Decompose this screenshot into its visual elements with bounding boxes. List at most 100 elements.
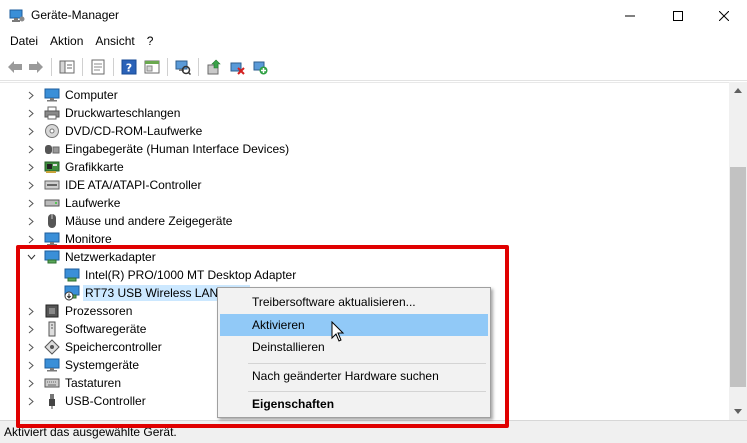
menu-bar: Datei Aktion Ansicht ? [0, 31, 747, 51]
minimize-button[interactable] [607, 0, 653, 31]
computer-icon [44, 87, 60, 103]
tree-item-dvd[interactable]: DVD/CD-ROM-Laufwerke [24, 122, 202, 140]
tree-item-label: Computer [65, 88, 118, 102]
expand-arrow-icon[interactable] [24, 176, 38, 194]
expand-arrow-icon[interactable] [24, 86, 38, 104]
tree-item-label: Tastaturen [65, 376, 122, 390]
back-arrow-icon[interactable] [6, 58, 24, 76]
tree-item-label: Druckwarteschlangen [65, 106, 181, 120]
tree-item-speichercontroller[interactable]: Speichercontroller [24, 338, 162, 356]
tree-item-label: Eingabegeräte (Human Interface Devices) [65, 142, 290, 156]
device-manager-icon [9, 9, 25, 23]
expand-arrow-icon[interactable] [24, 374, 38, 392]
expand-arrow-icon[interactable] [24, 212, 38, 230]
enable-device-icon[interactable] [251, 58, 269, 76]
svg-text:?: ? [126, 62, 132, 75]
tree-item-label: Monitore [65, 232, 112, 246]
expand-arrow-icon[interactable] [24, 230, 38, 248]
expand-arrow-icon[interactable] [24, 392, 38, 410]
menu-item-activate[interactable]: Aktivieren [220, 314, 488, 336]
scrollbar-thumb[interactable] [730, 167, 746, 387]
console-tree-icon[interactable] [143, 58, 161, 76]
dvd-icon [44, 123, 60, 139]
tree-item-label: Laufwerke [65, 196, 121, 210]
properties-icon[interactable] [89, 58, 107, 76]
tree-item-label: Systemgeräte [65, 358, 140, 372]
title-bar[interactable]: Geräte-Manager [0, 0, 747, 31]
window-title: Geräte-Manager [31, 8, 120, 22]
tree-item-grafikkarte[interactable]: Grafikkarte [24, 158, 124, 176]
system-device-icon [44, 357, 60, 373]
tree-item-label: Netzwerkadapter [65, 250, 156, 264]
menu-item-update-driver[interactable]: Treibersoftware aktualisieren... [220, 291, 488, 313]
network-adapter-icon [44, 249, 60, 265]
menu-help[interactable]: ? [141, 31, 160, 51]
maximize-button[interactable] [655, 0, 701, 31]
usb-icon [44, 393, 60, 409]
update-driver-icon[interactable] [205, 58, 223, 76]
tree-item-label: Mäuse und andere Zeigegeräte [65, 214, 233, 228]
expand-arrow-icon[interactable] [24, 320, 38, 338]
expand-arrow-icon[interactable] [24, 140, 38, 158]
uninstall-icon[interactable] [228, 58, 246, 76]
tree-item-intel-adapter[interactable]: Intel(R) PRO/1000 MT Desktop Adapter [44, 266, 296, 284]
tree-item-tastaturen[interactable]: Tastaturen [24, 374, 121, 392]
close-button[interactable] [701, 0, 747, 31]
monitor-icon [44, 231, 60, 247]
tree-item-softwaregeraete[interactable]: Softwaregeräte [24, 320, 146, 338]
tree-item-maeuse[interactable]: Mäuse und andere Zeigegeräte [24, 212, 232, 230]
tree-item-druckwarteschlangen[interactable]: Druckwarteschlangen [24, 104, 180, 122]
vertical-scrollbar[interactable] [729, 82, 747, 420]
tree-item-computer[interactable]: Computer [24, 86, 118, 104]
expand-arrow-icon[interactable] [24, 356, 38, 374]
menu-separator [248, 363, 486, 364]
scroll-down-icon[interactable] [729, 403, 747, 420]
ide-controller-icon [44, 177, 60, 193]
tree-item-label: Speichercontroller [65, 340, 162, 354]
processor-icon [44, 303, 60, 319]
show-hide-icon[interactable] [58, 58, 76, 76]
tree-item-monitore[interactable]: Monitore [24, 230, 112, 248]
tree-item-label: DVD/CD-ROM-Laufwerke [65, 124, 203, 138]
menu-ansicht[interactable]: Ansicht [89, 31, 140, 51]
menu-item-scan-hardware[interactable]: Nach geänderter Hardware suchen [220, 365, 488, 387]
tree-item-label: Grafikkarte [65, 160, 124, 174]
expand-arrow-icon[interactable] [24, 194, 38, 212]
expand-arrow-icon[interactable] [24, 104, 38, 122]
tree-item-prozessoren[interactable]: Prozessoren [24, 302, 132, 320]
toolbar-separator [167, 58, 168, 76]
menu-separator [248, 391, 486, 392]
tree-item-usb-controller[interactable]: USB-Controller [24, 392, 146, 410]
printer-icon [44, 105, 60, 121]
help-icon[interactable]: ? [120, 58, 138, 76]
tree-item-label: IDE ATA/ATAPI-Controller [65, 178, 202, 192]
expand-arrow-icon[interactable] [24, 122, 38, 140]
mouse-icon [44, 213, 60, 229]
menu-item-properties[interactable]: Eigenschaften [220, 393, 488, 415]
tree-item-laufwerke[interactable]: Laufwerke [24, 194, 120, 212]
tree-item-hid[interactable]: Eingabegeräte (Human Interface Devices) [24, 140, 289, 158]
forward-arrow-icon[interactable] [27, 58, 45, 76]
menu-datei[interactable]: Datei [0, 31, 44, 51]
context-menu: Treibersoftware aktualisieren... Aktivie… [217, 287, 491, 418]
collapse-arrow-icon[interactable] [24, 248, 38, 266]
tree-item-systemgeraete[interactable]: Systemgeräte [24, 356, 139, 374]
toolbar-separator [51, 58, 52, 76]
scroll-up-icon[interactable] [729, 82, 747, 99]
menu-item-uninstall[interactable]: Deinstallieren [220, 336, 488, 358]
toolbar-separator [113, 58, 114, 76]
expand-arrow-icon[interactable] [24, 158, 38, 176]
expand-arrow-icon[interactable] [24, 338, 38, 356]
disk-drive-icon [44, 195, 60, 211]
status-bar: Aktiviert das ausgewählte Gerät. [0, 420, 747, 443]
network-adapter-icon [64, 267, 80, 283]
tree-item-netzwerkadapter[interactable]: Netzwerkadapter [24, 248, 156, 266]
expand-arrow-icon[interactable] [24, 302, 38, 320]
scan-hardware-icon[interactable] [174, 58, 192, 76]
toolbar-separator [82, 58, 83, 76]
tree-item-ide[interactable]: IDE ATA/ATAPI-Controller [24, 176, 201, 194]
menu-aktion[interactable]: Aktion [44, 31, 89, 51]
graphics-card-icon [44, 159, 60, 175]
